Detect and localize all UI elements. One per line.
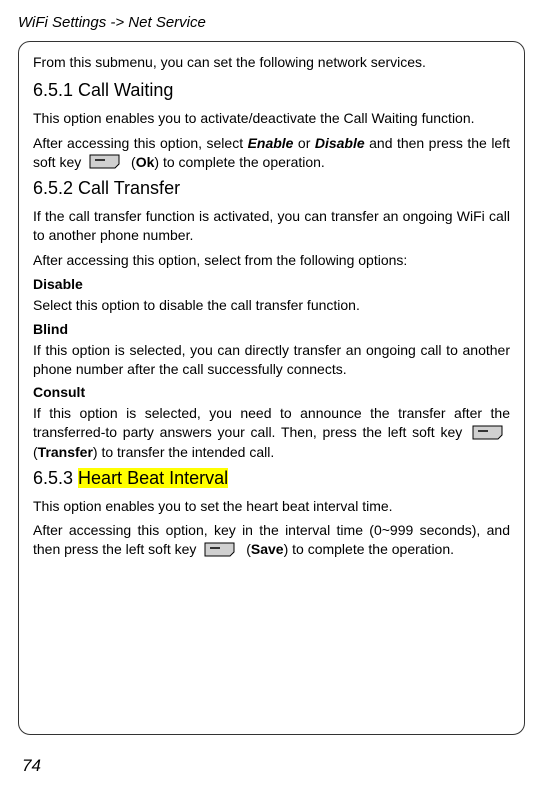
disable-description: Select this option to disable the call t… (33, 296, 510, 315)
section-653-p1: This option enables you to set the heart… (33, 497, 510, 516)
text-fragment: ) to complete the operation. (284, 541, 454, 557)
softkey-icon (472, 425, 506, 443)
section-653-p2: After accessing this option, key in the … (33, 521, 510, 559)
page-header-breadcrumb: WiFi Settings -> Net Service (18, 14, 525, 31)
enable-label: Enable (248, 135, 294, 151)
text-fragment: ( (127, 154, 136, 170)
section-651-p1: This option enables you to activate/deac… (33, 109, 510, 128)
section-652-p2: After accessing this option, select from… (33, 251, 510, 270)
softkey-icon (204, 542, 238, 560)
text-fragment: After accessing this option, select (33, 135, 248, 151)
save-label: Save (251, 541, 284, 557)
blind-description: If this option is selected, you can dire… (33, 341, 510, 379)
consult-subheading: Consult (33, 384, 510, 400)
ok-label: Ok (136, 154, 155, 170)
section-651-p2: After accessing this option, select Enab… (33, 134, 510, 172)
section-652-p1: If the call transfer function is activat… (33, 207, 510, 245)
text-fragment: If this option is selected, you need to … (33, 405, 510, 440)
section-653-heading: 6.5.3 Heart Beat Interval (33, 468, 510, 489)
section-652-heading: 6.5.2 Call Transfer (33, 178, 510, 199)
heading-highlighted: Heart Beat Interval (78, 468, 228, 488)
section-651-heading: 6.5.1 Call Waiting (33, 80, 510, 101)
text-fragment: ) to transfer the intended call. (93, 444, 274, 460)
softkey-icon (89, 154, 123, 172)
text-fragment: or (293, 135, 314, 151)
disable-label: Disable (315, 135, 365, 151)
transfer-label: Transfer (38, 444, 93, 460)
blind-subheading: Blind (33, 321, 510, 337)
text-fragment: ( (242, 541, 251, 557)
text-fragment: ) to complete the operation. (154, 154, 324, 170)
content-frame: From this submenu, you can set the follo… (18, 41, 525, 735)
intro-text: From this submenu, you can set the follo… (33, 54, 510, 70)
disable-subheading: Disable (33, 276, 510, 292)
consult-description: If this option is selected, you need to … (33, 404, 510, 461)
page-number: 74 (22, 756, 41, 776)
heading-prefix: 6.5.3 (33, 468, 78, 488)
